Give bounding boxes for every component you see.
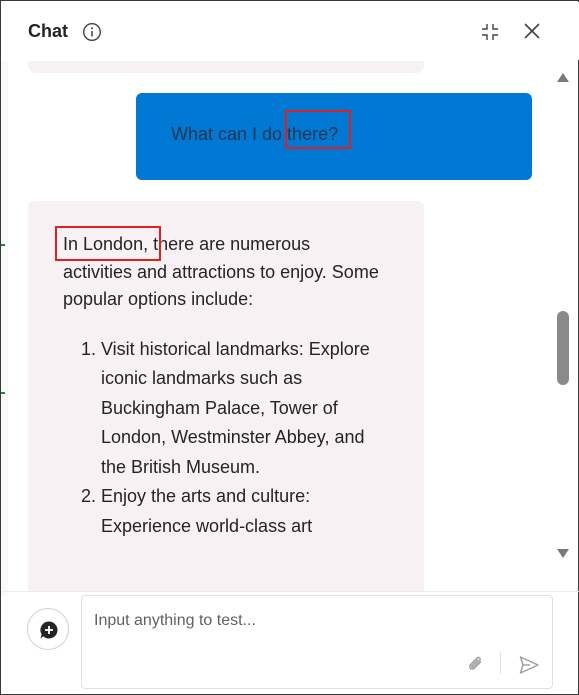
list-item: 1. Visit historical landmarks: Explore i… xyxy=(63,335,383,483)
info-icon[interactable] xyxy=(82,22,102,42)
close-icon[interactable] xyxy=(522,21,542,41)
highlight-box xyxy=(285,110,351,149)
chat-header: Chat xyxy=(2,2,579,60)
message-input[interactable] xyxy=(94,612,534,652)
message-input-box[interactable] xyxy=(81,595,553,689)
chat-title: Chat xyxy=(28,21,68,41)
message-list[interactable]: What can I do there? In London, there ar… xyxy=(2,61,579,591)
chat-panel: Chat What can I do there? In London, the… xyxy=(0,0,579,695)
user-message-bubble: What can I do there? xyxy=(136,93,532,180)
list-item: 2. Enjoy the arts and culture: Experienc… xyxy=(63,482,383,541)
send-icon[interactable] xyxy=(518,654,540,676)
attach-icon[interactable] xyxy=(466,654,486,674)
new-chat-icon xyxy=(40,621,58,639)
highlight-box xyxy=(55,226,161,261)
collapse-icon[interactable] xyxy=(480,22,500,42)
new-chat-button[interactable] xyxy=(27,608,69,650)
scroll-up-icon[interactable] xyxy=(557,73,569,82)
previous-message-bubble xyxy=(28,61,424,73)
list-item-text: Enjoy the arts and culture: Experience w… xyxy=(101,486,313,536)
bot-message-text: In London, there are numerous activities… xyxy=(63,231,383,541)
scrollbar[interactable] xyxy=(554,71,572,566)
bot-message-bubble: In London, there are numerous activities… xyxy=(28,201,424,591)
bot-message-list: 1. Visit historical landmarks: Explore i… xyxy=(63,335,383,542)
list-item-number: 2. xyxy=(81,486,97,506)
scroll-thumb[interactable] xyxy=(557,311,569,385)
list-item-text: Visit historical landmarks: Explore icon… xyxy=(101,338,370,477)
footer-divider xyxy=(2,591,579,592)
list-item-number: 1. xyxy=(81,338,97,359)
scroll-down-icon[interactable] xyxy=(557,549,569,558)
send-divider xyxy=(500,652,501,674)
